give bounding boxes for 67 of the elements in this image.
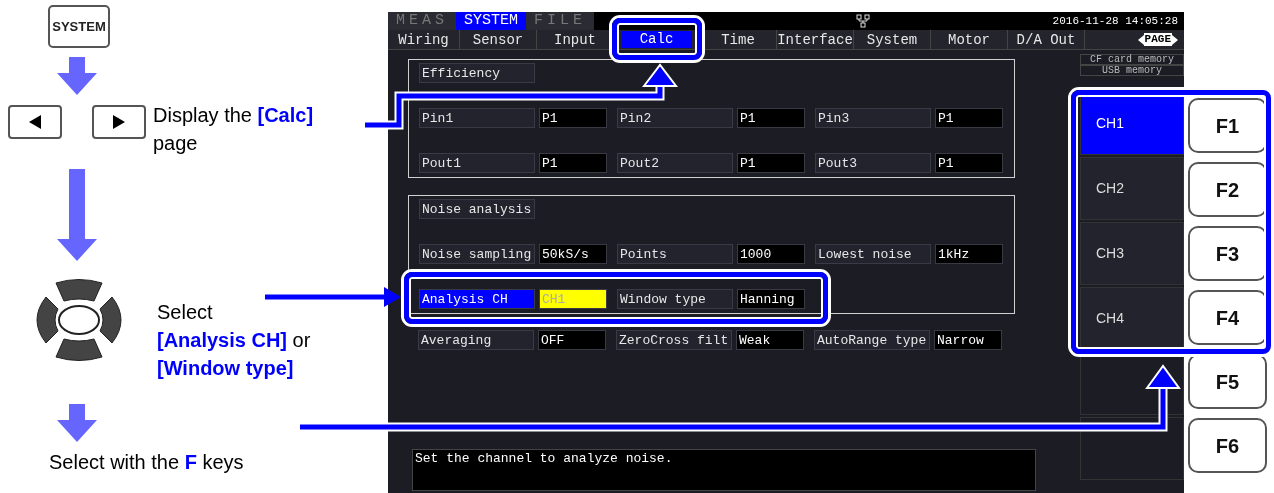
setting-label[interactable]: Analysis CH (419, 289, 535, 309)
setting-value[interactable]: P1 (935, 108, 1003, 128)
instruction-text: [Analysis CH] or [Window type] (157, 328, 311, 381)
setting-value[interactable]: P1 (737, 153, 805, 173)
page-tab[interactable]: Wiring (398, 29, 449, 50)
channel-menu-item[interactable]: CH4 (1080, 287, 1184, 350)
setting-label[interactable]: Pin3 (815, 108, 931, 128)
down-arrow-icon (57, 57, 97, 95)
message-box: Set the channel to analyze noise. (412, 449, 1036, 491)
instruction-text: Display the [Calc] page (153, 103, 315, 156)
setting-label[interactable]: Pin1 (419, 108, 535, 128)
mode-tab[interactable]: SYSTEM (456, 12, 527, 30)
setting-label[interactable]: Averaging (418, 330, 534, 350)
setting-value[interactable]: P1 (935, 153, 1003, 173)
setting-value[interactable]: Weak (736, 330, 804, 350)
down-arrow-icon (57, 169, 97, 261)
setting-value[interactable]: 1000 (737, 244, 805, 264)
page-tab[interactable]: Calc (621, 31, 692, 48)
setting-value[interactable]: 50kS/s (539, 244, 607, 264)
instruction-text: Select with the F keys (49, 450, 245, 475)
right-triangle-icon (1172, 34, 1178, 45)
left-triangle-icon (29, 115, 41, 129)
setting-label[interactable]: Pout2 (617, 153, 733, 173)
function-key[interactable]: F2 (1188, 162, 1267, 217)
page-tab[interactable]: Input (554, 29, 596, 50)
setting-value[interactable]: 1kHz (935, 244, 1003, 264)
system-key[interactable]: SYSTEM (48, 5, 110, 48)
network-icon (856, 14, 871, 28)
down-arrow-icon (57, 404, 97, 442)
page-tab[interactable]: Interface (777, 29, 853, 50)
function-key[interactable]: F5 (1188, 354, 1267, 409)
setting-label[interactable]: Window type (617, 289, 733, 309)
setting-label[interactable]: Lowest noise (815, 244, 931, 264)
page-tab[interactable]: Motor (948, 29, 990, 50)
function-key[interactable]: F3 (1188, 226, 1267, 281)
setting-label[interactable]: Points (617, 244, 733, 264)
page-tab[interactable]: D/A Out (1016, 29, 1076, 50)
setting-value[interactable]: Narrow (934, 330, 1002, 350)
setting-value[interactable]: P1 (539, 153, 607, 173)
setting-label[interactable]: ZeroCross filt (616, 330, 732, 350)
setting-label[interactable]: Noise sampling (419, 244, 535, 264)
setting-value[interactable]: OFF (538, 330, 606, 350)
group-title: Efficiency (419, 63, 535, 83)
channel-menu-item[interactable]: CH3 (1080, 222, 1184, 285)
left-key[interactable] (8, 105, 62, 139)
setting-label[interactable]: Pout3 (815, 153, 931, 173)
setting-value[interactable]: P1 (737, 108, 805, 128)
setting-value[interactable]: Hanning (737, 289, 805, 309)
storage-label: CF card memory (1080, 54, 1184, 65)
setting-value[interactable]: P1 (539, 108, 607, 128)
page-tab[interactable]: System (866, 29, 918, 50)
left-triangle-icon (1137, 34, 1144, 45)
setting-label[interactable]: AutoRange type (814, 330, 930, 350)
setting-label[interactable]: Pin2 (617, 108, 733, 128)
right-triangle-icon (113, 115, 125, 129)
instruction-text: Select (157, 300, 213, 325)
setting-label[interactable]: Pout1 (419, 153, 535, 173)
function-key[interactable]: F1 (1188, 98, 1267, 153)
date-time: 2016-11-28 14:05:28 (1052, 13, 1179, 29)
group-title: Noise analysis (419, 199, 535, 219)
function-key[interactable]: F4 (1188, 290, 1267, 345)
right-key[interactable] (92, 105, 146, 139)
storage-label: USB memory (1080, 65, 1184, 76)
function-key[interactable]: F6 (1188, 418, 1267, 473)
channel-menu-item[interactable]: CH2 (1080, 157, 1184, 220)
page-tab[interactable]: Time (721, 29, 755, 50)
page-tab[interactable]: Sensor (472, 29, 524, 50)
